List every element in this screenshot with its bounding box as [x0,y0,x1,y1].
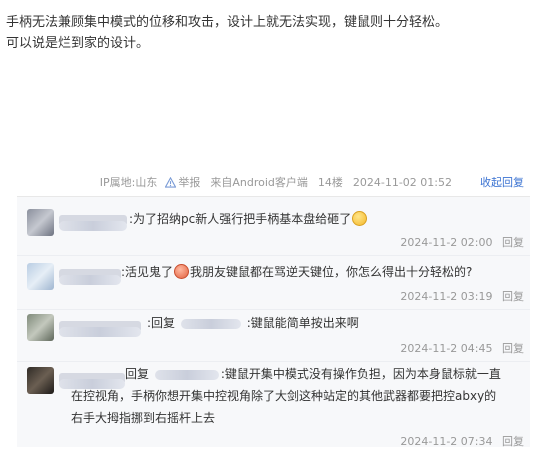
username[interactable] [59,321,141,337]
reply-item: :活见鬼了 我朋友键鼠都在骂逆天键位，你怎么得出十分轻松的? 2024-11-2 … [17,255,530,307]
reply-prefix: 回复 [125,367,150,381]
reply-content: :为了招纳pc新人强行把手柄基本盘给砸了 [129,208,368,230]
floor-number: 14楼 [317,176,343,189]
post-line-2: 可以说是烂到家的设计。 [6,36,150,51]
reply-line-1-wrap: 回复 :键鼠开集中模式没有操作负担，因为本身鼠标就一直 [125,363,525,385]
reply-prefix: :回复 [147,316,176,330]
reply-text-before: :活见鬼了 [121,265,174,279]
reply-button[interactable]: 回复 [502,236,524,249]
avatar[interactable] [27,367,54,394]
username[interactable] [59,215,127,231]
reply-item: :为了招纳pc新人强行把手柄基本盘给砸了 2024-11-2 02:00 回复 [17,197,530,249]
username[interactable] [59,373,125,389]
avatar[interactable] [27,314,54,341]
ghost-emoji-icon [174,264,190,279]
reply-content: 回复 :键鼠开集中模式没有操作负担，因为本身鼠标就一直 [125,363,525,385]
reply-line-2: 在控视角，手柄你想开集中控视角除了大剑这种站定的其他武器都要把控abxy的 [71,389,497,403]
reply-button[interactable]: 回复 [502,435,524,448]
reply-button[interactable]: 回复 [502,342,524,355]
ip-location: IP属地:山东 [99,176,158,189]
smile-emoji-icon [352,211,368,226]
reply-text: :键鼠能简单按出来啊 [246,316,359,330]
reply-button[interactable]: 回复 [502,290,524,303]
post-line-1: 手柄无法兼顾集中模式的位移和攻击，设计上就无法实现，键鼠则十分轻松。 [6,15,449,30]
reply-line-1: :键鼠开集中模式没有操作负担，因为本身鼠标就一直 [220,367,501,381]
reply-content: :回复 :键鼠能简单按出来啊 [147,312,359,334]
reply-text-after: 我朋友键鼠都在骂逆天键位，你怎么得出十分轻松的? [190,265,473,279]
avatar[interactable] [27,209,54,236]
reply-item: 回复 :键鼠开集中模式没有操作负担，因为本身鼠标就一直 在控视角，手柄你想开集中… [17,361,530,448]
reply-date: 2024-11-2 04:45 [400,342,493,355]
post-content: 手柄无法兼顾集中模式的位移和攻击，设计上就无法实现，键鼠则十分轻松。 可以说是烂… [6,12,546,54]
post-meta-bar: IP属地:山东 举报 来自Android客户端 14楼 2024-11-02 0… [100,174,524,190]
report-button[interactable]: 举报 [165,174,200,190]
avatar[interactable] [27,263,54,290]
username-blur [59,326,141,337]
mentioned-user[interactable] [154,369,219,380]
reply-line-3: 右手大拇指挪到右摇杆上去 [71,411,216,425]
reply-footer: 2024-11-2 03:19 回复 [400,288,524,304]
reply-date: 2024-11-2 02:00 [400,236,493,249]
post-timestamp: 2024-11-02 01:52 [352,175,452,189]
reply-text: :为了招纳pc新人强行把手柄基本盘给砸了 [129,212,352,226]
username[interactable] [59,269,121,285]
mentioned-user[interactable] [180,318,241,329]
reply-date: 2024-11-2 03:19 [400,290,493,303]
reply-footer: 2024-11-2 02:00 回复 [400,234,524,250]
fold-replies-link[interactable]: 收起回复 [480,174,524,190]
client-source: 来自Android客户端 [210,176,308,189]
warning-icon [165,176,177,188]
reply-list: :为了招纳pc新人强行把手柄基本盘给砸了 2024-11-2 02:00 回复 … [17,196,530,448]
reply-footer: 2024-11-2 04:45 回复 [400,340,524,356]
username-blur [59,274,121,285]
reply-content: :活见鬼了 我朋友键鼠都在骂逆天键位，你怎么得出十分轻松的? [121,261,472,283]
username-blur [59,220,127,231]
report-label: 举报 [178,176,201,189]
reply-date: 2024-11-2 07:34 [400,435,493,448]
reply-item: :回复 :键鼠能简单按出来啊 2024-11-2 04:45 回复 [17,309,530,361]
